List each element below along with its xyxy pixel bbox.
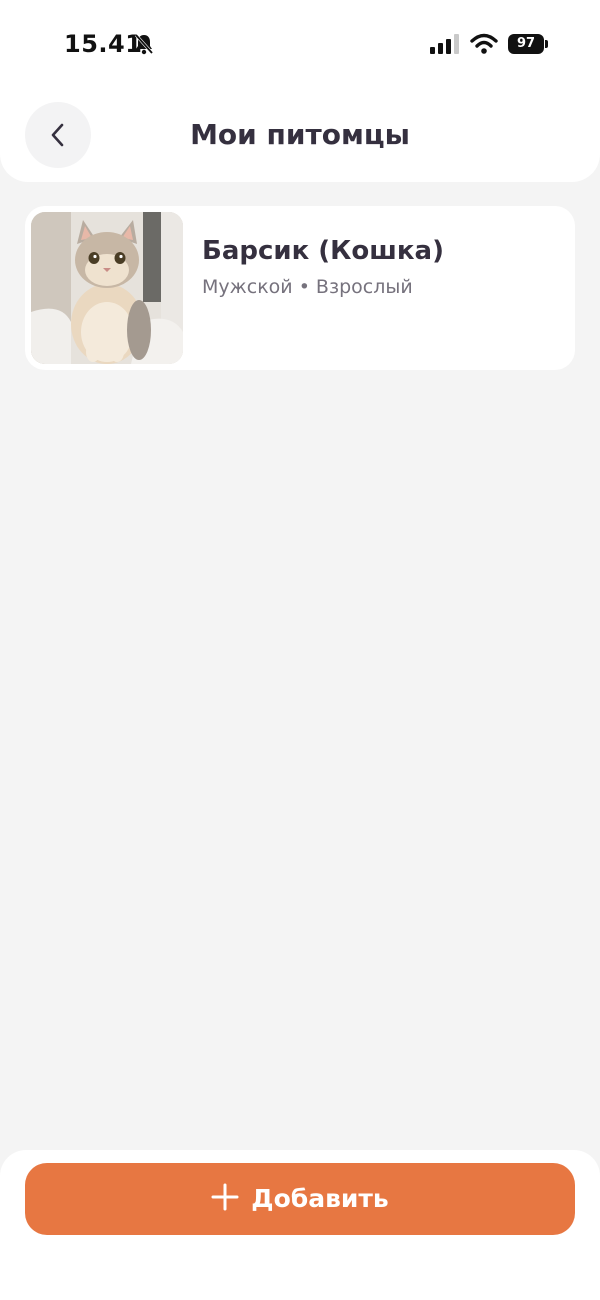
status-bar: 15.41 97 (0, 0, 600, 90)
bell-off-icon (134, 34, 154, 55)
bottom-panel: Добавить (0, 1150, 600, 1300)
pets-screen: 15.41 97 Мои питомцы Барсик (Кошка) Мужс… (0, 0, 600, 1300)
header: 15.41 97 Мои питомцы (0, 0, 600, 182)
cat-photo (31, 212, 183, 364)
add-button-label: Добавить (251, 1184, 389, 1213)
wifi-icon (470, 33, 498, 54)
battery-cap (545, 40, 548, 48)
add-pet-button[interactable]: Добавить (25, 1163, 575, 1235)
pet-details: Мужской • Взрослый (202, 276, 413, 298)
pet-name: Барсик (Кошка) (202, 236, 444, 266)
plus-icon (211, 1183, 239, 1211)
battery-indicator: 97 (508, 34, 548, 54)
page-title: Мои питомцы (190, 118, 410, 151)
status-time: 15.41 (64, 30, 143, 58)
battery-level: 97 (508, 34, 544, 54)
pet-card[interactable]: Барсик (Кошка) Мужской • Взрослый (25, 206, 575, 370)
pet-photo (31, 212, 183, 364)
signal-icon (430, 34, 459, 54)
